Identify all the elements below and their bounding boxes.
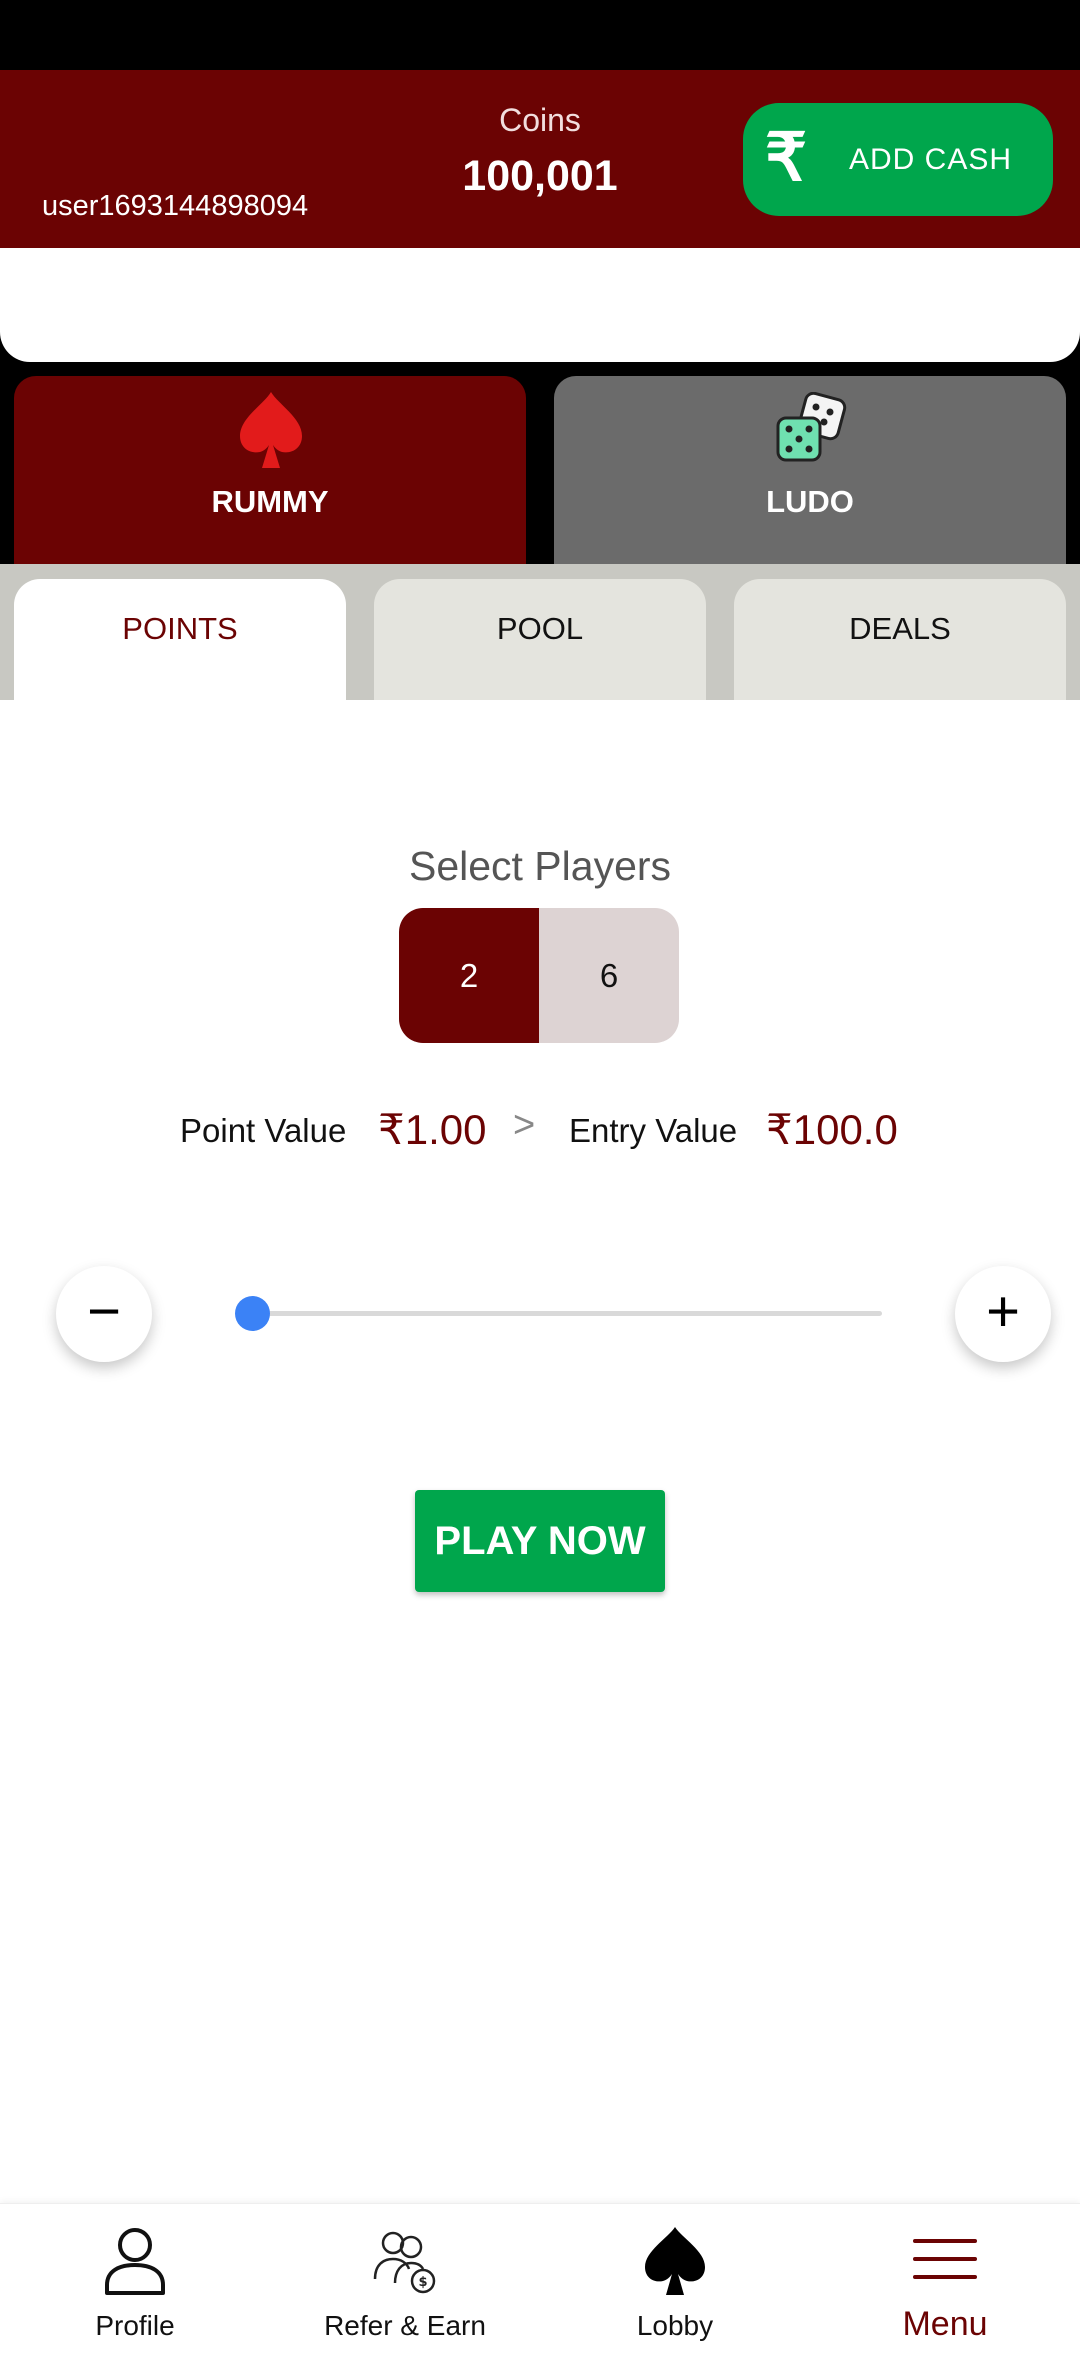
increase-button[interactable]: + — [955, 1266, 1051, 1362]
value-slider-track[interactable] — [252, 1311, 882, 1316]
players-option-6[interactable]: 6 — [539, 908, 679, 1043]
select-players-title: Select Players — [408, 843, 672, 889]
nav-label: Refer & Earn — [324, 2310, 486, 2341]
decrease-button[interactable]: − — [56, 1266, 152, 1362]
spade-icon — [645, 2227, 705, 2295]
nav-label: Menu — [902, 2305, 988, 2343]
nav-refer-earn[interactable]: $ Refer & Earn — [270, 2203, 540, 2366]
status-bar — [0, 0, 1080, 70]
chevron-right-icon: > — [513, 1104, 536, 1146]
coins-label: Coins — [499, 102, 581, 138]
entry-value-label: Entry Value — [569, 1112, 738, 1149]
game-tab-rummy[interactable]: RUMMY — [14, 376, 526, 566]
tab-points[interactable]: POINTS — [14, 579, 346, 700]
dice-icon — [776, 392, 847, 462]
entry-value: ₹100.0 — [766, 1106, 898, 1153]
nav-profile[interactable]: Profile — [0, 2203, 270, 2366]
nav-label: Lobby — [636, 2310, 714, 2341]
minus-icon: − — [87, 1279, 121, 1344]
banner-bar — [0, 248, 1080, 362]
spade-icon — [240, 392, 302, 468]
svg-text:$: $ — [418, 2275, 427, 2290]
game-tab-ludo[interactable]: LUDO — [554, 376, 1066, 566]
add-cash-button[interactable]: ₹ ADD CASH — [743, 103, 1053, 216]
tab-deals[interactable]: DEALS — [734, 579, 1066, 700]
point-value-label: Point Value — [180, 1112, 347, 1149]
players-option-2[interactable]: 2 — [399, 908, 539, 1043]
app-header: user1693144898094 Coins 100,001 ₹ ADD CA… — [0, 70, 1080, 248]
profile-icon — [105, 2228, 165, 2295]
game-tab-label: LUDO — [766, 484, 854, 519]
add-cash-label: ADD CASH — [849, 143, 1013, 176]
rupee-icon: ₹ — [765, 120, 807, 194]
point-value: ₹1.00 — [378, 1106, 487, 1153]
tab-pool[interactable]: POOL — [374, 579, 706, 700]
value-slider-thumb[interactable] — [235, 1296, 270, 1331]
nav-menu[interactable]: Menu — [810, 2203, 1080, 2366]
hamburger-menu-icon — [913, 2239, 977, 2279]
play-now-button[interactable]: PLAY NOW — [415, 1490, 665, 1592]
refer-earn-icon: $ — [373, 2231, 436, 2294]
nav-lobby[interactable]: Lobby — [540, 2203, 810, 2366]
nav-label: Profile — [95, 2310, 175, 2341]
username: user1693144898094 — [42, 190, 309, 222]
coins-value: 100,001 — [462, 152, 618, 200]
plus-icon: + — [986, 1279, 1020, 1344]
game-tab-label: RUMMY — [211, 484, 329, 519]
